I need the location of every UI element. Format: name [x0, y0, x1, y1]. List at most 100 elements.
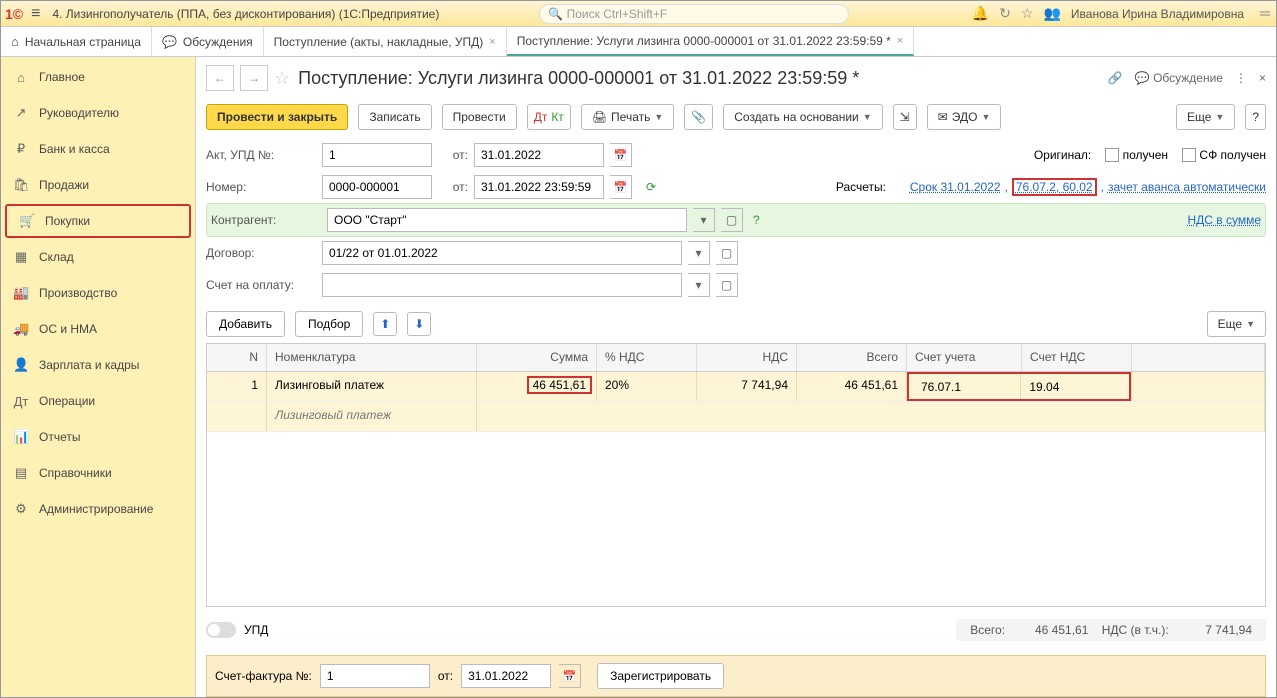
table-row[interactable]: 1 Лизинговый платеж 46 451,61 20% 7 741,… [207, 372, 1265, 402]
upd-toggle[interactable] [206, 622, 236, 638]
sf-date-input[interactable] [461, 664, 551, 688]
cell-sum[interactable]: 46 451,61 [477, 372, 597, 401]
cell-total[interactable]: 46 451,61 [797, 372, 907, 401]
caret-down-icon: ▼ [654, 112, 663, 122]
more-button[interactable]: Еще▼ [1176, 104, 1235, 130]
search-placeholder: Поиск Ctrl+Shift+F [567, 7, 668, 21]
table-more-button[interactable]: Еще▼ [1207, 311, 1266, 337]
kebab-icon[interactable]: ⋮ [1235, 71, 1247, 85]
star-icon[interactable]: ☆ [1021, 5, 1034, 22]
add-row-button[interactable]: Добавить [206, 311, 285, 337]
dropdown-icon[interactable]: ▾ [688, 273, 710, 297]
contract-input[interactable] [322, 241, 682, 265]
move-down-button[interactable]: ⬇ [407, 312, 431, 336]
sidebar-item-operations[interactable]: ДтОперации [1, 383, 195, 419]
tab-receipts[interactable]: Поступление (акты, накладные, УПД)× [264, 27, 507, 56]
number-input[interactable] [322, 175, 432, 199]
col-vat-account[interactable]: Счет НДС [1022, 344, 1132, 371]
calc-advance-link[interactable]: зачет аванса автоматически [1108, 180, 1266, 194]
close-icon[interactable]: × [897, 35, 903, 47]
table-row-sub[interactable]: Лизинговый платеж [207, 402, 1265, 432]
sidebar-item-main[interactable]: ⌂Главное [1, 59, 195, 95]
favorite-icon[interactable]: ☆ [274, 68, 290, 89]
col-nomenclature[interactable]: Номенклатура [267, 344, 477, 371]
col-account[interactable]: Счет учета [907, 344, 1022, 371]
cell-vat-rate[interactable]: 20% [597, 372, 697, 401]
post-button[interactable]: Провести [442, 104, 517, 130]
attach-button[interactable]: 📎 [684, 104, 713, 130]
history-icon[interactable]: ↻ [999, 5, 1011, 22]
link-icon[interactable]: 🔗 [1108, 71, 1123, 85]
number-date-input[interactable] [474, 175, 604, 199]
user-icon[interactable]: 👥 [1043, 5, 1060, 22]
sf-no-input[interactable] [320, 664, 430, 688]
cell-accounts[interactable]: 76.07.119.04 [907, 372, 1132, 401]
col-sum[interactable]: Сумма [477, 344, 597, 371]
move-up-button[interactable]: ⬆ [373, 312, 397, 336]
col-vat-amount[interactable]: НДС [697, 344, 797, 371]
export-button[interactable]: ⇲ [893, 104, 917, 130]
dropdown-icon[interactable]: ▾ [688, 241, 710, 265]
act-no-input[interactable] [322, 143, 432, 167]
equals-icon[interactable]: ＝ [1258, 4, 1272, 24]
totals-row: УПД Всего: 46 451,61 НДС (в т.ч.): 7 741… [206, 613, 1266, 647]
dropdown-icon[interactable]: ▾ [693, 208, 715, 232]
edo-button[interactable]: ✉ЭДО▼ [927, 104, 1002, 130]
nav-back-button[interactable]: ← [206, 65, 234, 91]
sf-received-checkbox[interactable] [1182, 148, 1196, 162]
post-close-button[interactable]: Провести и закрыть [206, 104, 348, 130]
register-button[interactable]: Зарегистрировать [597, 663, 724, 689]
vat-link[interactable]: НДС в сумме [1187, 213, 1261, 227]
tab-current-doc[interactable]: Поступление: Услуги лизинга 0000-000001 … [507, 27, 915, 56]
current-user[interactable]: Иванова Ирина Владимировна [1071, 7, 1244, 21]
save-button[interactable]: Записать [358, 104, 431, 130]
sidebar-item-sales[interactable]: 🛍Продажи [1, 167, 195, 203]
cell-vat-amount[interactable]: 7 741,94 [697, 372, 797, 401]
col-n[interactable]: N [207, 344, 267, 371]
sidebar-item-admin[interactable]: ⚙Администрирование [1, 491, 195, 527]
calendar-icon[interactable]: 📅 [559, 664, 581, 688]
tab-discussions[interactable]: 💬Обсуждения [152, 27, 264, 56]
received-checkbox[interactable] [1105, 148, 1119, 162]
sidebar-item-purchases[interactable]: 🛒Покупки [5, 204, 191, 238]
calendar-icon[interactable]: 📅 [610, 143, 632, 167]
calc-accounts-link[interactable]: 76.07.2, 60.02 [1012, 178, 1097, 196]
help-hint-icon[interactable]: ? [753, 213, 760, 227]
pick-button[interactable]: Подбор [295, 311, 363, 337]
nav-forward-button[interactable]: → [240, 65, 268, 91]
open-icon[interactable]: ▢ [716, 241, 738, 265]
open-icon[interactable]: ▢ [716, 273, 738, 297]
sidebar-item-warehouse[interactable]: ▦Склад [1, 239, 195, 275]
refresh-icon[interactable]: ⟳ [646, 180, 656, 194]
close-icon[interactable]: × [1259, 71, 1266, 85]
act-date-input[interactable] [474, 143, 604, 167]
counterparty-input[interactable] [327, 208, 687, 232]
search-input[interactable]: 🔍 Поиск Ctrl+Shift+F [539, 4, 849, 24]
calc-term-link[interactable]: Срок 31.01.2022 [910, 180, 1001, 194]
calendar-icon[interactable]: 📅 [610, 175, 632, 199]
cell-nomenclature[interactable]: Лизинговый платеж [267, 372, 477, 401]
cell-n[interactable]: 1 [207, 372, 267, 401]
sidebar-item-assets[interactable]: 🚚ОС и НМА [1, 311, 195, 347]
cell-nomenclature-sub[interactable]: Лизинговый платеж [267, 402, 477, 431]
open-icon[interactable]: ▢ [721, 208, 743, 232]
items-grid: N Номенклатура Сумма % НДС НДС Всего Сче… [206, 343, 1266, 607]
sidebar-item-catalogs[interactable]: ▤Справочники [1, 455, 195, 491]
help-button[interactable]: ? [1245, 104, 1266, 130]
bell-icon[interactable]: 🔔 [972, 5, 989, 22]
col-vat-rate[interactable]: % НДС [597, 344, 697, 371]
sidebar-item-production[interactable]: 🏭Производство [1, 275, 195, 311]
menu-icon[interactable]: ≡ [25, 3, 46, 25]
print-button[interactable]: 🖨Печать▼ [581, 104, 674, 130]
dtkt-button[interactable]: ДтКт [527, 104, 571, 130]
sidebar-item-reports[interactable]: 📊Отчеты [1, 419, 195, 455]
tab-home[interactable]: ⌂Начальная страница [1, 27, 152, 56]
sidebar-item-manager[interactable]: ↗Руководителю [1, 95, 195, 131]
pay-account-input[interactable] [322, 273, 682, 297]
create-based-button[interactable]: Создать на основании▼ [723, 104, 882, 130]
discussion-button[interactable]: 💬 Обсуждение [1135, 71, 1223, 85]
sidebar-item-hr[interactable]: 👤Зарплата и кадры [1, 347, 195, 383]
sidebar-item-bank[interactable]: ₽Банк и касса [1, 131, 195, 167]
col-total[interactable]: Всего [797, 344, 907, 371]
close-icon[interactable]: × [489, 36, 495, 48]
